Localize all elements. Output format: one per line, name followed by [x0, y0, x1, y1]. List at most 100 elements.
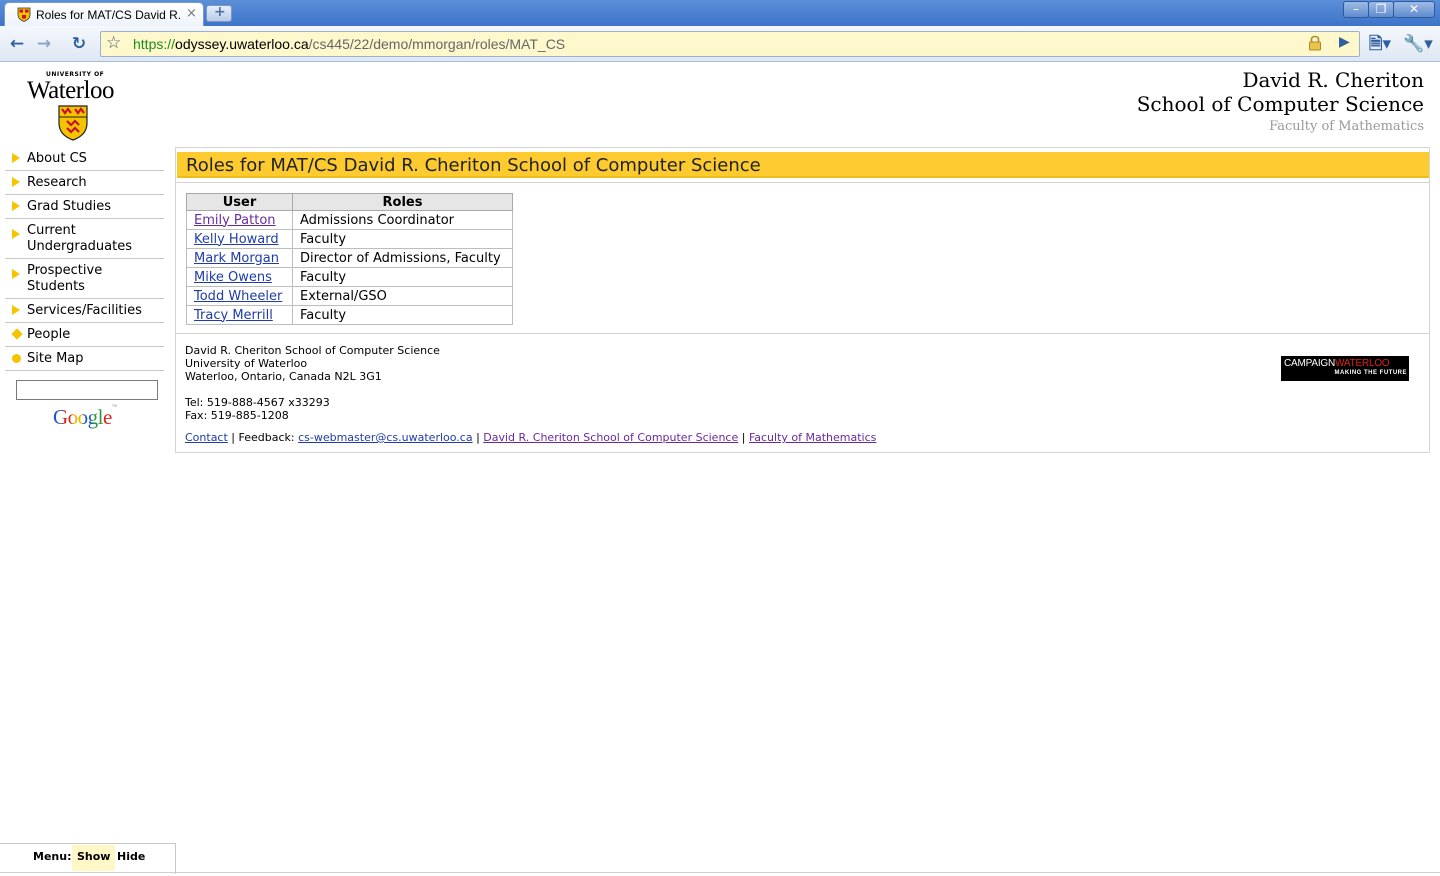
fax: Fax: 519-885-1208	[185, 409, 289, 422]
roles-cell: Faculty	[292, 267, 513, 287]
pin-icon	[11, 328, 23, 340]
search-input[interactable]	[16, 380, 158, 400]
user-link[interactable]: Mark Morgan	[186, 248, 293, 268]
wrench-icon[interactable]: 🔧▾	[1403, 34, 1433, 54]
table-row: Tracy Merrill Faculty	[186, 305, 513, 325]
user-link[interactable]: Emily Patton	[186, 210, 293, 230]
roles-cell: Faculty	[292, 229, 513, 249]
window-maximize-button[interactable]: ❐	[1368, 1, 1394, 18]
google-wordmark: Google	[53, 405, 112, 429]
window-minimize-button[interactable]: –	[1343, 1, 1369, 18]
table-row: Mark Morgan Director of Admissions, Facul…	[186, 248, 513, 268]
page-title: Roles for MAT/CS David R. Cheriton Schoo…	[186, 155, 761, 176]
arrow-right-icon	[12, 177, 20, 187]
sidebar-item-grad-studies[interactable]: Grad Studies	[5, 195, 164, 219]
crest-icon	[58, 105, 88, 141]
divider	[176, 182, 1429, 183]
page-title-bar: Roles for MAT/CS David R. Cheriton Schoo…	[177, 152, 1429, 178]
address-line: University of Waterloo	[185, 357, 308, 370]
menu-show-button[interactable]: Show	[72, 845, 116, 871]
sidebar-item-people[interactable]: People	[5, 323, 164, 347]
campaign-text: CAMPAIGN	[1284, 358, 1335, 369]
url-scheme: https://	[133, 36, 176, 52]
browser-toolbar: ← → ↻ ☆ https://odyssey.uwaterloo.ca/cs4…	[0, 26, 1440, 62]
roles-cell: External/GSO	[292, 286, 513, 306]
user-link[interactable]: Mike Owens	[186, 267, 293, 287]
telephone: Tel: 519-888-4567 x33293	[185, 396, 330, 409]
sidebar-item-label: Services/Facilities	[27, 303, 142, 318]
school-header[interactable]: David R. Cheriton School of Computer Sci…	[1137, 69, 1424, 137]
menu-toggle-bar: Menu: Show Hide	[0, 843, 176, 874]
menu-hide-button[interactable]: Hide	[117, 850, 145, 863]
sidebar-item-label: People	[27, 327, 71, 342]
footer-links: Contact | Feedback: cs-webmaster@cs.uwat…	[185, 431, 876, 444]
browser-title-bar: Roles for MAT/CS David R. ... × + – ❐ ✕	[0, 0, 1440, 26]
campaign-waterloo-banner[interactable]: CAMPAIGNWATERLOO MAKING THE FUTURE	[1281, 356, 1409, 381]
address-bar[interactable]: ☆ https://odyssey.uwaterloo.ca/cs445/22/…	[100, 31, 1360, 57]
school-name-line2: School of Computer Science	[1136, 92, 1424, 116]
sidebar-item-research[interactable]: Research	[5, 171, 164, 195]
contact-address: David R. Cheriton School of Computer Sci…	[185, 344, 440, 422]
page-icon[interactable]: 🗎▾	[1366, 34, 1394, 54]
play-icon[interactable]: ▶	[1339, 34, 1350, 50]
sidebar-item-services-facilities[interactable]: Services/Facilities	[5, 299, 164, 323]
separator: |	[472, 431, 484, 444]
google-search-logo[interactable]: Google™	[53, 405, 117, 430]
browser-tab[interactable]: Roles for MAT/CS David R. ... ×	[4, 2, 204, 26]
address-line: Waterloo, Ontario, Canada N2L 3G1	[185, 370, 382, 383]
sidebar-item-site-map[interactable]: Site Map	[5, 347, 164, 371]
table-header-row: User Roles	[186, 193, 513, 211]
plus-icon: +	[214, 4, 226, 20]
tab-title: Roles for MAT/CS David R. ...	[36, 8, 182, 22]
school-name-line1: David R. Cheriton	[1242, 68, 1424, 92]
arrow-right-icon	[12, 201, 20, 211]
uwaterloo-logo[interactable]: UNIVERSITY OF Waterloo	[27, 71, 123, 143]
divider	[0, 872, 1440, 873]
roles-cell: Admissions Coordinator	[292, 210, 513, 230]
arrow-right-icon	[12, 153, 20, 163]
table-row: Emily Patton Admissions Coordinator	[186, 210, 513, 230]
separator: |	[738, 431, 749, 444]
roles-cell: Director of Admissions, Faculty	[292, 248, 513, 268]
sidebar-item-about-cs[interactable]: About CS	[5, 147, 164, 171]
roles-cell: Faculty	[292, 305, 513, 325]
uwaterloo-shield-icon	[17, 7, 31, 22]
roles-table: User Roles Emily Patton Admissions Coordi…	[186, 193, 513, 325]
arrow-right-icon	[12, 229, 20, 239]
faculty-name: Faculty of Mathematics	[1269, 119, 1424, 134]
dot-icon	[12, 354, 21, 363]
logo-waterloo: Waterloo	[27, 77, 115, 104]
user-link[interactable]: Kelly Howard	[186, 229, 293, 249]
sidebar-item-prospective-students[interactable]: Prospective Students	[5, 259, 164, 299]
sidebar-item-label: Current Undergraduates	[27, 223, 133, 254]
divider	[176, 333, 1429, 334]
arrow-left-icon[interactable]: ←	[7, 34, 27, 54]
contact-link[interactable]: Contact	[185, 431, 228, 444]
table-row: Kelly Howard Faculty	[186, 229, 513, 249]
webmaster-email-link[interactable]: cs-webmaster@cs.uwaterloo.ca	[298, 431, 472, 444]
separator: |	[227, 431, 239, 444]
column-header-user: User	[186, 193, 293, 211]
reload-icon[interactable]: ↻	[69, 34, 89, 54]
sidebar-item-label: Research	[27, 175, 87, 190]
user-link[interactable]: Todd Wheeler	[186, 286, 293, 306]
faculty-link[interactable]: Faculty of Mathematics	[749, 431, 876, 444]
tab-close-icon[interactable]: ×	[186, 6, 197, 21]
sidebar-item-label: Prospective Students	[27, 263, 103, 294]
campaign-tagline: MAKING THE FUTURE	[1334, 370, 1407, 376]
lock-icon[interactable]	[1308, 35, 1322, 51]
web-page: UNIVERSITY OF Waterloo David R. Cheriton…	[0, 63, 1440, 876]
table-row: Todd Wheeler External/GSO	[186, 286, 513, 306]
sidebar-item-label: About CS	[27, 151, 87, 166]
sidebar-item-label: Grad Studies	[27, 199, 111, 214]
arrow-right-icon[interactable]: →	[34, 34, 54, 54]
new-tab-button[interactable]: +	[206, 4, 232, 22]
url-text[interactable]: https://odyssey.uwaterloo.ca/cs445/22/de…	[133, 36, 565, 52]
star-icon[interactable]: ☆	[106, 33, 121, 53]
school-link[interactable]: David R. Cheriton School of Computer Sci…	[483, 431, 738, 444]
feedback-label: Feedback:	[238, 431, 299, 444]
url-path: /cs445/22/demo/mmorgan/roles/MAT_CS	[308, 36, 566, 52]
window-close-button[interactable]: ✕	[1393, 1, 1435, 18]
sidebar-item-current-undergraduates[interactable]: Current Undergraduates	[5, 219, 164, 259]
user-link[interactable]: Tracy Merrill	[186, 305, 293, 325]
